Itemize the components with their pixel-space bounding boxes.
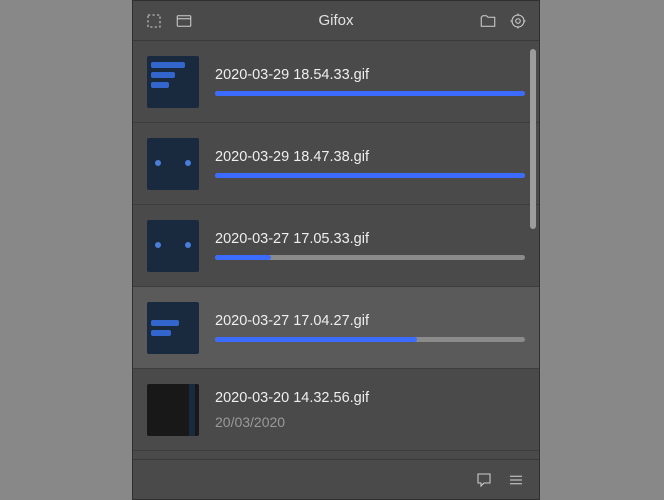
filename-label: 2020-03-27 17.05.33.gif [215, 231, 525, 247]
window-record-icon[interactable] [173, 10, 195, 32]
header-bar: Gifox [133, 1, 539, 41]
date-label: 20/03/2020 [215, 414, 525, 430]
progress-fill [215, 173, 525, 178]
folder-icon[interactable] [477, 10, 499, 32]
filename-label: 2020-03-27 17.04.27.gif [215, 313, 525, 329]
list-item[interactable]: 2020-03-27 17.04.27.gif [133, 287, 539, 369]
list-item[interactable]: 2020-03-29 18.47.38.gif [133, 123, 539, 205]
progress-bar [215, 337, 525, 342]
scrollbar-thumb[interactable] [530, 49, 536, 229]
filename-label: 2020-03-29 18.54.33.gif [215, 67, 525, 83]
filename-label: 2020-03-29 18.47.38.gif [215, 149, 525, 165]
item-meta: 2020-03-29 18.54.33.gif [215, 67, 525, 96]
list-item[interactable]: 2020-03-29 18.54.33.gif [133, 41, 539, 123]
feedback-icon[interactable] [473, 469, 495, 491]
item-meta: 2020-03-20 14.32.56.gif 20/03/2020 [215, 390, 525, 430]
selection-record-icon[interactable] [143, 10, 165, 32]
item-meta: 2020-03-29 18.47.38.gif [215, 149, 525, 178]
progress-bar [215, 255, 525, 260]
scrollbar[interactable] [530, 49, 536, 279]
thumbnail [147, 56, 199, 108]
thumbnail [147, 138, 199, 190]
recordings-list: 2020-03-29 18.54.33.gif 2020-03-29 18.47… [133, 41, 539, 459]
progress-bar [215, 173, 525, 178]
progress-fill [215, 91, 525, 96]
filename-label: 2020-03-20 14.32.56.gif [215, 390, 525, 406]
item-meta: 2020-03-27 17.05.33.gif [215, 231, 525, 260]
app-panel: Gifox 2020-03-29 18.54.33.gif [132, 0, 540, 500]
item-meta: 2020-03-27 17.04.27.gif [215, 313, 525, 342]
footer-bar [133, 459, 539, 499]
progress-bar [215, 91, 525, 96]
progress-fill [215, 337, 417, 342]
settings-icon[interactable] [507, 10, 529, 32]
list-item[interactable]: 2020-03-27 17.05.33.gif [133, 205, 539, 287]
list-item[interactable]: 2020-03-20 14.32.56.gif 20/03/2020 [133, 369, 539, 451]
app-title: Gifox [203, 12, 469, 29]
progress-fill [215, 255, 271, 260]
thumbnail [147, 384, 199, 436]
menu-icon[interactable] [505, 469, 527, 491]
thumbnail [147, 220, 199, 272]
thumbnail [147, 302, 199, 354]
